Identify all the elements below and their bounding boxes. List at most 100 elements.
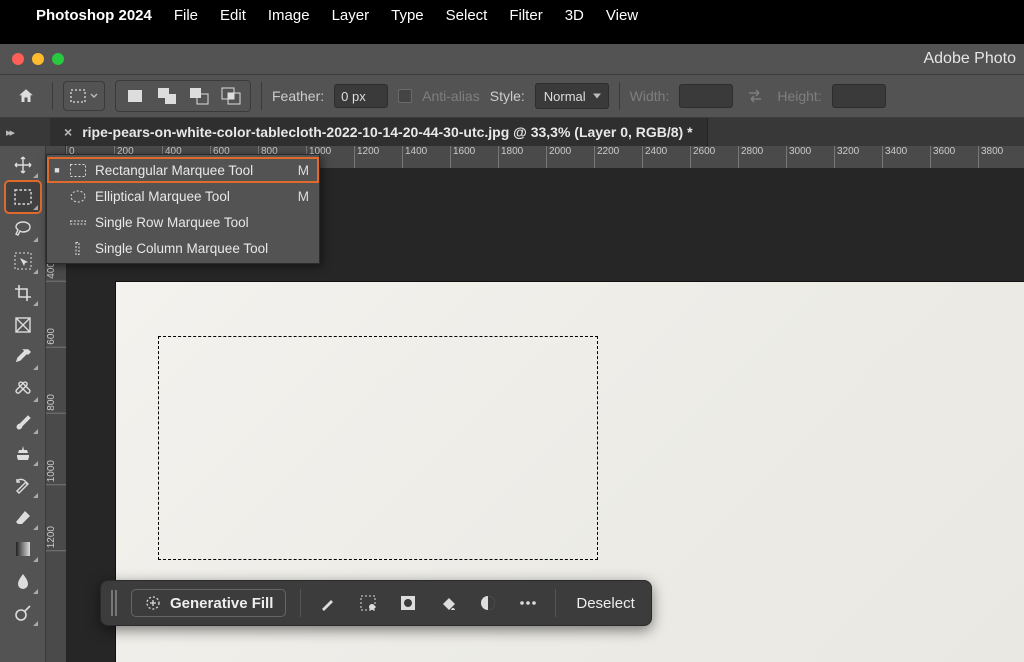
ruler-tick: 1400 <box>402 146 427 168</box>
generative-fill-button[interactable]: Generative Fill <box>131 589 286 617</box>
menu-layer[interactable]: Layer <box>332 7 370 24</box>
deselect-button[interactable]: Deselect <box>570 595 640 612</box>
contextual-taskbar[interactable]: Generative Fill Deselect <box>100 580 652 626</box>
ruler-tick: 3000 <box>786 146 811 168</box>
eyedropper-tool[interactable] <box>6 342 40 372</box>
height-input <box>832 84 886 108</box>
ruler-tick: 1200 <box>354 146 379 168</box>
window-controls <box>12 53 64 65</box>
flyout-item-label: Single Row Marquee Tool <box>95 215 249 230</box>
width-input <box>679 84 733 108</box>
marquee-selection[interactable] <box>158 336 598 560</box>
window-title: Adobe Photo <box>923 50 1024 68</box>
ruler-tick: 1000 <box>46 460 66 485</box>
lasso-tool[interactable] <box>6 214 40 244</box>
menu-3d[interactable]: 3D <box>565 7 584 24</box>
flyout-shortcut: M <box>298 189 309 204</box>
taskbar-grip[interactable] <box>111 590 117 616</box>
modify-selection-button[interactable] <box>355 590 381 616</box>
marquee-icon <box>70 89 86 103</box>
eraser-tool[interactable] <box>6 502 40 532</box>
object-selection-tool[interactable] <box>6 246 40 276</box>
menu-view[interactable]: View <box>606 7 638 24</box>
menu-edit[interactable]: Edit <box>220 7 246 24</box>
menu-file[interactable]: File <box>174 7 198 24</box>
close-window-button[interactable] <box>12 53 24 65</box>
style-value: Normal <box>544 89 586 104</box>
window-titlebar: Adobe Photo <box>0 44 1024 74</box>
home-button[interactable] <box>10 80 42 112</box>
macos-menubar: Photoshop 2024 File Edit Image Layer Typ… <box>0 0 1024 30</box>
fill-selection-button[interactable] <box>435 590 461 616</box>
ruler-tick: 2200 <box>594 146 619 168</box>
ruler-tick: 1800 <box>498 146 523 168</box>
menu-filter[interactable]: Filter <box>509 7 542 24</box>
document-tab-title: ripe-pears-on-white-color-tablecloth-202… <box>82 124 692 140</box>
active-indicator-icon: ■ <box>53 165 61 175</box>
ruler-tick: 3800 <box>978 146 1003 168</box>
chevron-down-icon <box>90 92 98 100</box>
move-tool[interactable] <box>6 150 40 180</box>
selection-subtract-button[interactable] <box>186 83 212 109</box>
row-marquee-icon <box>69 216 87 229</box>
dodge-tool[interactable] <box>6 598 40 628</box>
select-subject-button[interactable] <box>315 590 341 616</box>
ruler-tick: 1200 <box>46 526 66 551</box>
ruler-tick: 800 <box>46 394 66 414</box>
more-options-button[interactable] <box>515 590 541 616</box>
antialias-checkbox <box>398 89 412 103</box>
selection-mode-group <box>115 80 251 112</box>
separator <box>619 82 620 110</box>
expand-panels-icon[interactable]: ▸▸ <box>6 118 13 146</box>
document-tab[interactable]: × ripe-pears-on-white-color-tablecloth-2… <box>50 118 708 146</box>
clone-stamp-tool[interactable] <box>6 438 40 468</box>
app-window: Adobe Photo Feather: Anti-alias Style: N… <box>0 44 1024 662</box>
flyout-column-marquee[interactable]: Single Column Marquee Tool <box>47 235 319 261</box>
zoom-window-button[interactable] <box>52 53 64 65</box>
column-marquee-icon <box>69 242 87 255</box>
ellipse-marquee-icon <box>69 190 87 203</box>
invert-selection-button[interactable] <box>395 590 421 616</box>
tools-panel <box>0 146 46 662</box>
ruler-tick: 2400 <box>642 146 667 168</box>
document-tabs-area: ▸▸ × ripe-pears-on-white-color-tableclot… <box>0 118 1024 146</box>
selection-new-button[interactable] <box>122 83 148 109</box>
minimize-window-button[interactable] <box>32 53 44 65</box>
tool-preset-picker[interactable] <box>63 81 105 111</box>
ruler-tick: 3200 <box>834 146 859 168</box>
brush-tool[interactable] <box>6 406 40 436</box>
adjustment-button[interactable] <box>475 590 501 616</box>
blur-tool[interactable] <box>6 566 40 596</box>
spot-heal-tool[interactable] <box>6 374 40 404</box>
feather-label: Feather: <box>272 88 324 104</box>
menu-image[interactable]: Image <box>268 7 310 24</box>
app-name[interactable]: Photoshop 2024 <box>36 7 152 24</box>
marquee-tool-flyout: ■ Rectangular Marquee Tool M Elliptical … <box>46 154 320 264</box>
generative-fill-label: Generative Fill <box>170 595 273 612</box>
menu-select[interactable]: Select <box>446 7 488 24</box>
flyout-shortcut: M <box>298 163 309 178</box>
ruler-tick: 2800 <box>738 146 763 168</box>
options-bar: Feather: Anti-alias Style: Normal Width:… <box>0 74 1024 118</box>
separator <box>555 589 556 617</box>
selection-intersect-button[interactable] <box>218 83 244 109</box>
feather-input[interactable] <box>334 84 388 108</box>
flyout-item-label: Single Column Marquee Tool <box>95 241 268 256</box>
width-label: Width: <box>630 88 670 104</box>
selection-add-button[interactable] <box>154 83 180 109</box>
marquee-tool[interactable] <box>6 182 40 212</box>
frame-tool[interactable] <box>6 310 40 340</box>
close-tab-button[interactable]: × <box>64 124 72 140</box>
menu-type[interactable]: Type <box>391 7 424 24</box>
swap-dimensions-button <box>743 84 767 108</box>
flyout-row-marquee[interactable]: Single Row Marquee Tool <box>47 209 319 235</box>
flyout-item-label: Elliptical Marquee Tool <box>95 189 230 204</box>
crop-tool[interactable] <box>6 278 40 308</box>
flyout-elliptical-marquee[interactable]: Elliptical Marquee Tool M <box>47 183 319 209</box>
gradient-tool[interactable] <box>6 534 40 564</box>
history-brush-tool[interactable] <box>6 470 40 500</box>
flyout-rect-marquee[interactable]: ■ Rectangular Marquee Tool M <box>47 157 319 183</box>
separator <box>300 589 301 617</box>
style-select[interactable]: Normal <box>535 83 609 109</box>
ruler-tick: 2000 <box>546 146 571 168</box>
